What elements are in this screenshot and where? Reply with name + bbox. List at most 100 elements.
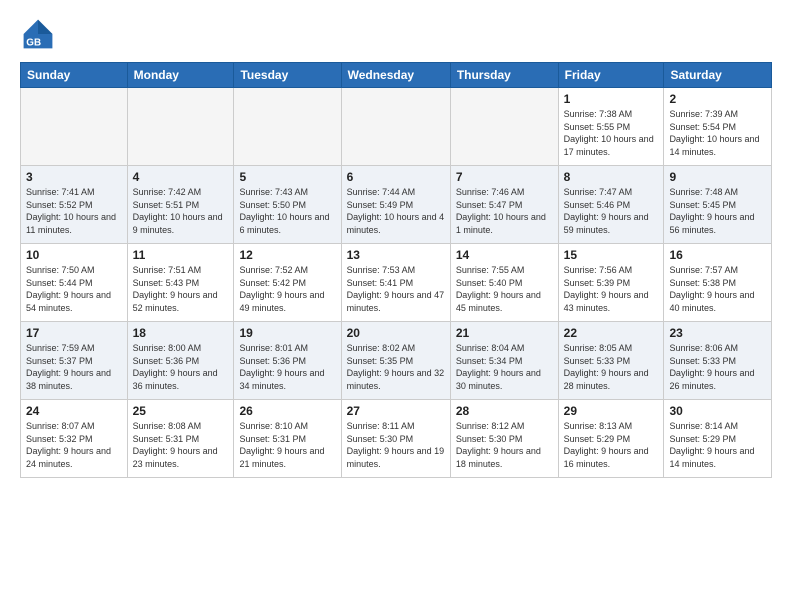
day-info: Sunrise: 8:00 AM Sunset: 5:36 PM Dayligh…: [133, 342, 229, 392]
calendar-week-row: 1 Sunrise: 7:38 AM Sunset: 5:55 PM Daylig…: [21, 88, 772, 166]
day-number: 24: [26, 404, 122, 418]
day-number: 23: [669, 326, 766, 340]
calendar-day-header: Thursday: [450, 63, 558, 88]
calendar-cell: 13 Sunrise: 7:53 AM Sunset: 5:41 PM Dayli…: [341, 244, 450, 322]
calendar-header-row: SundayMondayTuesdayWednesdayThursdayFrid…: [21, 63, 772, 88]
header: GB: [20, 16, 772, 52]
day-info: Sunrise: 7:57 AM Sunset: 5:38 PM Dayligh…: [669, 264, 766, 314]
day-number: 3: [26, 170, 122, 184]
day-number: 9: [669, 170, 766, 184]
calendar-cell: 7Sunrise: 7:46 AM Sunset: 5:47 PM Daylig…: [450, 166, 558, 244]
calendar-day-header: Wednesday: [341, 63, 450, 88]
day-number: 10: [26, 248, 122, 262]
calendar-cell: 29Sunrise: 8:13 AM Sunset: 5:29 PM Dayli…: [558, 400, 664, 478]
day-info: Sunrise: 8:06 AM Sunset: 5:33 PM Dayligh…: [669, 342, 766, 392]
calendar-cell: [234, 88, 341, 166]
calendar-cell: [127, 88, 234, 166]
day-info: Sunrise: 8:04 AM Sunset: 5:34 PM Dayligh…: [456, 342, 553, 392]
calendar-cell: 30 Sunrise: 8:14 AM Sunset: 5:29 PM Dayli…: [664, 400, 772, 478]
day-info: Sunrise: 8:01 AM Sunset: 5:36 PM Dayligh…: [239, 342, 335, 392]
day-number: 13: [347, 248, 445, 262]
calendar-cell: 24Sunrise: 8:07 AM Sunset: 5:32 PM Dayli…: [21, 400, 128, 478]
calendar-cell: 10 Sunrise: 7:50 AM Sunset: 5:44 PM Dayli…: [21, 244, 128, 322]
calendar-cell: 11 Sunrise: 7:51 AM Sunset: 5:43 PM Dayli…: [127, 244, 234, 322]
logo: GB: [20, 16, 60, 52]
calendar-cell: 1 Sunrise: 7:38 AM Sunset: 5:55 PM Daylig…: [558, 88, 664, 166]
day-number: 21: [456, 326, 553, 340]
calendar-day-header: Monday: [127, 63, 234, 88]
logo-icon: GB: [20, 16, 56, 52]
day-number: 19: [239, 326, 335, 340]
day-info: Sunrise: 7:42 AM Sunset: 5:51 PM Dayligh…: [133, 186, 229, 236]
calendar-cell: 21 Sunrise: 8:04 AM Sunset: 5:34 PM Dayli…: [450, 322, 558, 400]
calendar-day-header: Friday: [558, 63, 664, 88]
day-info: Sunrise: 8:11 AM Sunset: 5:30 PM Dayligh…: [347, 420, 445, 470]
day-number: 30: [669, 404, 766, 418]
calendar-cell: 14 Sunrise: 7:55 AM Sunset: 5:40 PM Dayli…: [450, 244, 558, 322]
day-info: Sunrise: 8:02 AM Sunset: 5:35 PM Dayligh…: [347, 342, 445, 392]
day-info: Sunrise: 7:53 AM Sunset: 5:41 PM Dayligh…: [347, 264, 445, 314]
day-info: Sunrise: 7:47 AM Sunset: 5:46 PM Dayligh…: [564, 186, 659, 236]
day-info: Sunrise: 8:05 AM Sunset: 5:33 PM Dayligh…: [564, 342, 659, 392]
day-number: 18: [133, 326, 229, 340]
day-info: Sunrise: 8:08 AM Sunset: 5:31 PM Dayligh…: [133, 420, 229, 470]
calendar-cell: 12 Sunrise: 7:52 AM Sunset: 5:42 PM Dayli…: [234, 244, 341, 322]
calendar-cell: 3 Sunrise: 7:41 AM Sunset: 5:52 PM Daylig…: [21, 166, 128, 244]
calendar-cell: 9Sunrise: 7:48 AM Sunset: 5:45 PM Daylig…: [664, 166, 772, 244]
day-number: 22: [564, 326, 659, 340]
calendar-cell: 27 Sunrise: 8:11 AM Sunset: 5:30 PM Dayli…: [341, 400, 450, 478]
calendar-week-row: 10 Sunrise: 7:50 AM Sunset: 5:44 PM Dayli…: [21, 244, 772, 322]
day-info: Sunrise: 7:59 AM Sunset: 5:37 PM Dayligh…: [26, 342, 122, 392]
calendar-cell: [21, 88, 128, 166]
day-number: 5: [239, 170, 335, 184]
day-info: Sunrise: 7:56 AM Sunset: 5:39 PM Dayligh…: [564, 264, 659, 314]
day-number: 1: [564, 92, 659, 106]
calendar-week-row: 3 Sunrise: 7:41 AM Sunset: 5:52 PM Daylig…: [21, 166, 772, 244]
day-info: Sunrise: 7:51 AM Sunset: 5:43 PM Dayligh…: [133, 264, 229, 314]
calendar-cell: 23 Sunrise: 8:06 AM Sunset: 5:33 PM Dayli…: [664, 322, 772, 400]
calendar-day-header: Saturday: [664, 63, 772, 88]
day-number: 4: [133, 170, 229, 184]
day-number: 15: [564, 248, 659, 262]
calendar-cell: 19 Sunrise: 8:01 AM Sunset: 5:36 PM Dayli…: [234, 322, 341, 400]
calendar-cell: 16Sunrise: 7:57 AM Sunset: 5:38 PM Dayli…: [664, 244, 772, 322]
calendar-cell: 5 Sunrise: 7:43 AM Sunset: 5:50 PM Daylig…: [234, 166, 341, 244]
day-number: 2: [669, 92, 766, 106]
day-info: Sunrise: 7:55 AM Sunset: 5:40 PM Dayligh…: [456, 264, 553, 314]
calendar-cell: 6Sunrise: 7:44 AM Sunset: 5:49 PM Daylig…: [341, 166, 450, 244]
day-info: Sunrise: 8:12 AM Sunset: 5:30 PM Dayligh…: [456, 420, 553, 470]
day-info: Sunrise: 8:10 AM Sunset: 5:31 PM Dayligh…: [239, 420, 335, 470]
calendar-cell: 22 Sunrise: 8:05 AM Sunset: 5:33 PM Dayli…: [558, 322, 664, 400]
day-number: 27: [347, 404, 445, 418]
calendar-week-row: 17Sunrise: 7:59 AM Sunset: 5:37 PM Dayli…: [21, 322, 772, 400]
calendar-cell: [450, 88, 558, 166]
page: GB SundayMondayTuesdayWednesdayThursdayF…: [0, 0, 792, 488]
calendar-cell: 26 Sunrise: 8:10 AM Sunset: 5:31 PM Dayli…: [234, 400, 341, 478]
calendar-day-header: Sunday: [21, 63, 128, 88]
svg-text:GB: GB: [26, 38, 41, 49]
calendar-cell: 17Sunrise: 7:59 AM Sunset: 5:37 PM Dayli…: [21, 322, 128, 400]
calendar-cell: 25Sunrise: 8:08 AM Sunset: 5:31 PM Dayli…: [127, 400, 234, 478]
day-info: Sunrise: 7:50 AM Sunset: 5:44 PM Dayligh…: [26, 264, 122, 314]
day-number: 11: [133, 248, 229, 262]
day-number: 28: [456, 404, 553, 418]
day-number: 14: [456, 248, 553, 262]
calendar-cell: 4 Sunrise: 7:42 AM Sunset: 5:51 PM Daylig…: [127, 166, 234, 244]
calendar: SundayMondayTuesdayWednesdayThursdayFrid…: [20, 62, 772, 478]
calendar-cell: 15 Sunrise: 7:56 AM Sunset: 5:39 PM Dayli…: [558, 244, 664, 322]
day-info: Sunrise: 7:46 AM Sunset: 5:47 PM Dayligh…: [456, 186, 553, 236]
day-info: Sunrise: 7:38 AM Sunset: 5:55 PM Dayligh…: [564, 108, 659, 158]
calendar-cell: 18 Sunrise: 8:00 AM Sunset: 5:36 PM Dayli…: [127, 322, 234, 400]
day-number: 26: [239, 404, 335, 418]
day-number: 12: [239, 248, 335, 262]
day-info: Sunrise: 7:43 AM Sunset: 5:50 PM Dayligh…: [239, 186, 335, 236]
day-info: Sunrise: 8:13 AM Sunset: 5:29 PM Dayligh…: [564, 420, 659, 470]
day-info: Sunrise: 7:52 AM Sunset: 5:42 PM Dayligh…: [239, 264, 335, 314]
day-info: Sunrise: 7:44 AM Sunset: 5:49 PM Dayligh…: [347, 186, 445, 236]
day-info: Sunrise: 8:14 AM Sunset: 5:29 PM Dayligh…: [669, 420, 766, 470]
calendar-cell: 28 Sunrise: 8:12 AM Sunset: 5:30 PM Dayli…: [450, 400, 558, 478]
calendar-cell: 20Sunrise: 8:02 AM Sunset: 5:35 PM Dayli…: [341, 322, 450, 400]
day-info: Sunrise: 7:39 AM Sunset: 5:54 PM Dayligh…: [669, 108, 766, 158]
day-info: Sunrise: 7:41 AM Sunset: 5:52 PM Dayligh…: [26, 186, 122, 236]
calendar-cell: 2 Sunrise: 7:39 AM Sunset: 5:54 PM Daylig…: [664, 88, 772, 166]
